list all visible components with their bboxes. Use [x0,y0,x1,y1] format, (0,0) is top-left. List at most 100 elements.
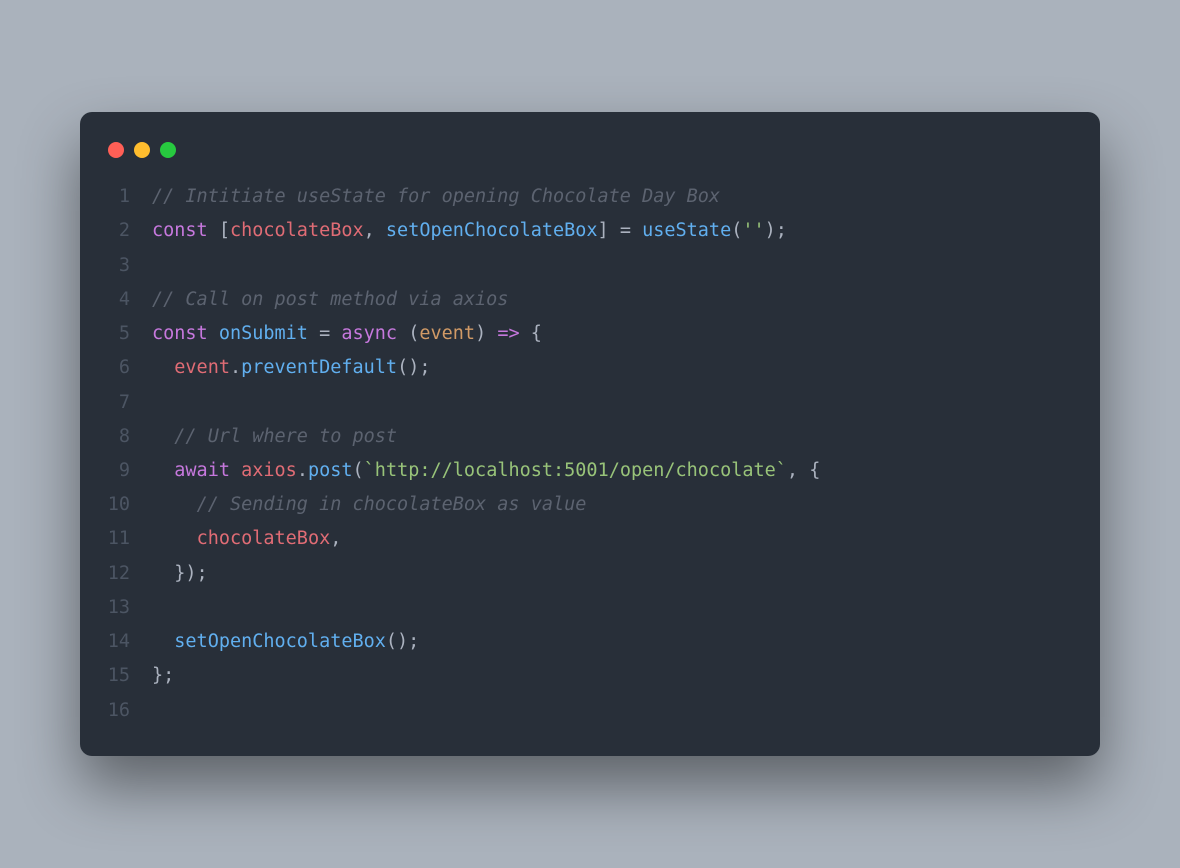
token [152,357,174,378]
line-content: // Call on post method via axios [152,283,1076,317]
token: ] = [598,220,643,241]
line-number: 16 [104,694,152,728]
code-line: 3 [104,249,1076,283]
line-content: await axios.post(`http://localhost:5001/… [152,454,1076,488]
code-line: 1// Intitiate useState for opening Choco… [104,180,1076,214]
token: . [297,460,308,481]
line-content [152,249,1076,283]
code-line: 11 chocolateBox, [104,522,1076,556]
line-content [152,591,1076,625]
line-content: }; [152,659,1076,693]
token [208,323,219,344]
line-number: 3 [104,249,152,283]
line-number: 15 [104,659,152,693]
token: await [174,460,230,481]
close-icon[interactable] [108,142,124,158]
token: ) [475,323,497,344]
minimize-icon[interactable] [134,142,150,158]
token: { [520,323,542,344]
code-line: 2const [chocolateBox, setOpenChocolateBo… [104,214,1076,248]
line-number: 13 [104,591,152,625]
line-content: // Url where to post [152,420,1076,454]
line-content: event.preventDefault(); [152,351,1076,385]
line-number: 5 [104,317,152,351]
code-line: 9 await axios.post(`http://localhost:500… [104,454,1076,488]
code-line: 15}; [104,659,1076,693]
line-number: 1 [104,180,152,214]
line-number: 10 [104,488,152,522]
token [230,460,241,481]
line-number: 11 [104,522,152,556]
token: , { [787,460,820,481]
code-line: 12 }); [104,557,1076,591]
token [152,528,197,549]
code-line: 14 setOpenChocolateBox(); [104,625,1076,659]
line-number: 7 [104,386,152,420]
token: => [497,323,519,344]
token: '' [742,220,764,241]
token: async [341,323,397,344]
token: ( [353,460,364,481]
code-line: 10 // Sending in chocolateBox as value [104,488,1076,522]
token [152,631,174,652]
token: const [152,323,208,344]
code-line: 13 [104,591,1076,625]
token: // Intitiate useState for opening Chocol… [152,186,720,207]
token: = [308,323,341,344]
code-line: 4// Call on post method via axios [104,283,1076,317]
token: . [230,357,241,378]
line-number: 12 [104,557,152,591]
token: ); [765,220,787,241]
token: (); [397,357,430,378]
code-line: 8 // Url where to post [104,420,1076,454]
token: setOpenChocolateBox [174,631,386,652]
token: }); [174,563,207,584]
code-line: 7 [104,386,1076,420]
token: }; [152,665,174,686]
code-line: 16 [104,694,1076,728]
token: (); [386,631,419,652]
line-content: setOpenChocolateBox(); [152,625,1076,659]
line-content: const onSubmit = async (event) => { [152,317,1076,351]
token: // Sending in chocolateBox as value [197,494,587,515]
code-editor[interactable]: 1// Intitiate useState for opening Choco… [104,180,1076,728]
line-number: 4 [104,283,152,317]
token: chocolateBox [197,528,331,549]
token: // Url where to post [174,426,397,447]
line-number: 8 [104,420,152,454]
line-number: 14 [104,625,152,659]
token: preventDefault [241,357,397,378]
token: ( [397,323,419,344]
maximize-icon[interactable] [160,142,176,158]
token: event [174,357,230,378]
token: , [364,220,386,241]
token: useState [642,220,731,241]
token: setOpenChocolateBox [386,220,598,241]
token: axios [241,460,297,481]
token: const [152,220,208,241]
token: onSubmit [219,323,308,344]
token: `http://localhost:5001/open/chocolate` [364,460,787,481]
token: // Call on post method via axios [152,289,508,310]
token: post [308,460,353,481]
line-content: }); [152,557,1076,591]
code-line: 6 event.preventDefault(); [104,351,1076,385]
token: chocolateBox [230,220,364,241]
token [152,460,174,481]
token: event [419,323,475,344]
line-content: chocolateBox, [152,522,1076,556]
token: ( [731,220,742,241]
line-content: // Sending in chocolateBox as value [152,488,1076,522]
window-titlebar [104,136,1076,180]
line-content [152,386,1076,420]
line-number: 9 [104,454,152,488]
token [152,494,197,515]
line-content [152,694,1076,728]
token [152,563,174,584]
line-content: const [chocolateBox, setOpenChocolateBox… [152,214,1076,248]
line-content: // Intitiate useState for opening Chocol… [152,180,1076,214]
line-number: 2 [104,214,152,248]
code-line: 5const onSubmit = async (event) => { [104,317,1076,351]
token: [ [208,220,230,241]
token [152,426,174,447]
